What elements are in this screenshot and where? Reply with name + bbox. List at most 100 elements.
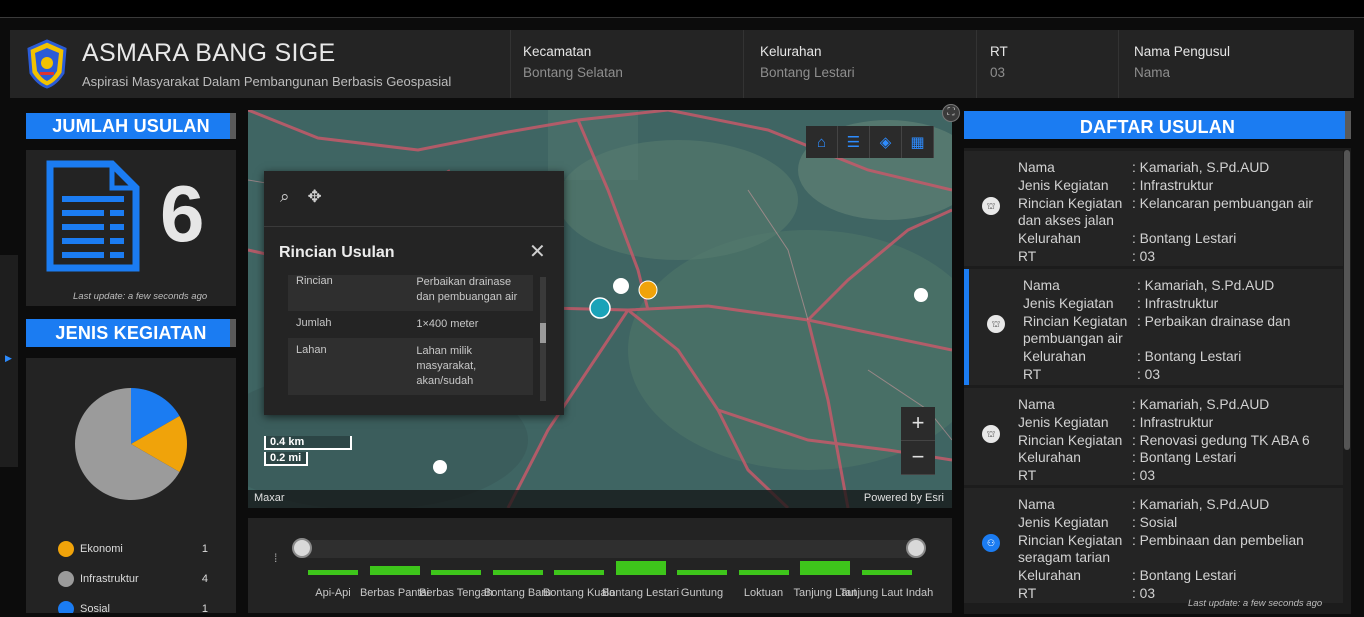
powered-by-esri[interactable]: Powered by Esri bbox=[864, 492, 944, 504]
histogram-bar[interactable] bbox=[800, 561, 850, 575]
scale-bar: 0.4 km 0.2 mi bbox=[264, 436, 352, 466]
filter-rt[interactable]: RT 03 bbox=[990, 44, 1008, 80]
field-label: RT bbox=[1018, 585, 1037, 601]
expand-arrow-icon: ▶ bbox=[5, 353, 12, 363]
map-attribution: Maxar Powered by Esri bbox=[248, 490, 952, 508]
range-handle-end[interactable] bbox=[906, 538, 926, 558]
histogram-bar[interactable] bbox=[738, 570, 789, 575]
field-label: Kelurahan bbox=[1023, 349, 1086, 365]
popup-row-key: Lahan bbox=[296, 344, 327, 356]
app-header: ASMARA BANG SIGE Aspirasi Masyarakat Dal… bbox=[10, 30, 1354, 98]
list-scrollbar[interactable] bbox=[1344, 150, 1350, 450]
legend-item-ekonomi[interactable]: Ekonomi 1 bbox=[58, 541, 208, 557]
histogram-bar[interactable] bbox=[615, 561, 666, 575]
filter-kelurahan-label: Kelurahan bbox=[760, 44, 822, 59]
app-subtitle: Aspirasi Masyarakat Dalam Pembangunan Be… bbox=[82, 74, 452, 89]
filter-kelurahan-value[interactable]: Bontang Lestari bbox=[760, 65, 855, 80]
usulan-list-item[interactable]: ⛫ Nama: Kamariah, S.Pd.AUD Jenis Kegiatan:… bbox=[964, 269, 1343, 385]
field-value: : Infrastruktur bbox=[1132, 414, 1214, 430]
histogram-bar[interactable] bbox=[369, 565, 420, 575]
filter-nama-value[interactable]: Nama bbox=[1134, 65, 1230, 80]
field-value: : Infrastruktur bbox=[1132, 177, 1214, 193]
field-label: Jenis Kegiatan bbox=[1018, 177, 1109, 193]
pan-icon[interactable]: ✥ bbox=[308, 187, 322, 207]
fullscreen-icon[interactable]: ⛶ bbox=[942, 104, 960, 122]
usulan-details: Nama: Kamariah, S.Pd.AUD Jenis Kegiatan: … bbox=[1023, 277, 1345, 384]
popup-row-value: 1×400 meter bbox=[416, 318, 479, 330]
zoom-in-button[interactable]: + bbox=[901, 407, 935, 441]
histogram-category-label: Api-Api bbox=[315, 587, 351, 599]
legend-value: 1 bbox=[201, 603, 208, 613]
filter-nama-label: Nama Pengusul bbox=[1134, 44, 1231, 59]
usulan-details: Nama: Kamariah, S.Pd.AUD Jenis Kegiatan: … bbox=[1018, 496, 1340, 603]
filter-nama-pengusul[interactable]: Nama Pengusul Nama bbox=[1134, 44, 1230, 80]
field-label: Rincian Kegiatan bbox=[1018, 195, 1123, 211]
jumlah-usulan-panel: 6 Last update: a few seconds ago bbox=[26, 150, 236, 306]
histogram-category-label: Bontang Baru bbox=[483, 587, 552, 599]
scrollbar-thumb[interactable] bbox=[540, 323, 546, 343]
list-last-update: Last update: a few seconds ago bbox=[1188, 598, 1323, 609]
field-value-continued: seragam tarian bbox=[1018, 550, 1111, 566]
jenis-kegiatan-pie-chart[interactable] bbox=[73, 386, 189, 502]
legend-label: Infrastruktur bbox=[80, 573, 139, 585]
last-update-text: Last update: a few seconds ago bbox=[73, 291, 208, 302]
filter-kecamatan[interactable]: Kecamatan Bontang Selatan bbox=[523, 44, 623, 80]
close-icon[interactable]: ✕ bbox=[529, 239, 546, 264]
filter-rt-value[interactable]: 03 bbox=[990, 65, 1008, 80]
layers-icon[interactable]: ◈ bbox=[870, 126, 902, 158]
histogram-bar[interactable] bbox=[308, 570, 358, 575]
legend-dot bbox=[58, 601, 74, 613]
jenis-kegiatan-title: JENIS KEGIATAN bbox=[26, 319, 236, 347]
zoom-controls: + − bbox=[901, 407, 935, 475]
daftar-usulan-title-text: DAFTAR USULAN bbox=[1079, 117, 1236, 137]
side-panel-toggle[interactable]: ▶ bbox=[0, 255, 18, 467]
home-icon[interactable]: ⌂ bbox=[806, 126, 838, 158]
histogram-bar[interactable] bbox=[492, 570, 543, 575]
basemap-gallery-icon[interactable]: ▦ bbox=[902, 126, 934, 158]
field-value: : Perbaikan drainase dan bbox=[1137, 313, 1291, 329]
filter-kecamatan-value[interactable]: Bontang Selatan bbox=[523, 65, 623, 80]
map-marker-social-icon bbox=[589, 297, 611, 319]
histogram-bar[interactable] bbox=[677, 570, 727, 575]
histogram-bar[interactable] bbox=[431, 570, 481, 575]
field-value: : Kamariah, S.Pd.AUD bbox=[1132, 160, 1270, 175]
map-marker-infrastructure-icon bbox=[914, 288, 928, 302]
range-handle-start[interactable] bbox=[292, 538, 312, 558]
infrastructure-icon: ⛫ bbox=[987, 315, 1005, 333]
usulan-list-item[interactable]: ⛫ Nama: Kamariah, S.Pd.AUD Jenis Kegiatan:… bbox=[964, 151, 1343, 266]
header-divider bbox=[1118, 30, 1119, 98]
jenis-kegiatan-title-text: JENIS KEGIATAN bbox=[55, 323, 207, 343]
field-label: Jenis Kegiatan bbox=[1018, 414, 1109, 430]
field-value: : Kelancaran pembuangan air bbox=[1132, 195, 1314, 211]
field-label: RT bbox=[1023, 366, 1042, 382]
popup-attribute-table[interactable]: Rincian Perbaikan drainase dan pembuanga… bbox=[288, 275, 533, 401]
popup-scrollbar[interactable] bbox=[540, 277, 546, 401]
filter-kelurahan[interactable]: Kelurahan Bontang Lestari bbox=[760, 44, 855, 80]
usulan-list-item[interactable]: ⚇ Nama: Kamariah, S.Pd.AUD Jenis Kegiatan:… bbox=[964, 488, 1343, 603]
legend-value: 4 bbox=[201, 573, 208, 585]
histogram-category-label: Berbas Tengah bbox=[419, 587, 493, 599]
usulan-list-item[interactable]: ⛫ Nama: Kamariah, S.Pd.AUD Jenis Kegiatan:… bbox=[964, 388, 1343, 485]
popup-row-key: Jumlah bbox=[296, 317, 332, 329]
zoom-to-icon[interactable]: ⌕ bbox=[280, 187, 290, 207]
field-label: Nama bbox=[1018, 160, 1055, 175]
histogram-range-track[interactable] bbox=[300, 540, 918, 558]
document-icon bbox=[46, 160, 140, 272]
histogram-bar[interactable] bbox=[554, 570, 604, 575]
field-value: : Kamariah, S.Pd.AUD bbox=[1137, 278, 1275, 293]
app-title: ASMARA BANG SIGE bbox=[82, 39, 336, 67]
legend-item-sosial[interactable]: Sosial 1 bbox=[58, 601, 208, 613]
legend-item-infrastruktur[interactable]: Infrastruktur 4 bbox=[58, 571, 208, 587]
histogram-category-label: Guntung bbox=[680, 587, 724, 599]
field-value: : Infrastruktur bbox=[1137, 295, 1219, 311]
list-icon[interactable]: ☰ bbox=[838, 126, 870, 158]
map-marker-infrastructure-icon bbox=[613, 278, 629, 294]
field-value: : Bontang Lestari bbox=[1137, 349, 1242, 365]
field-label: Rincian Kegiatan bbox=[1023, 313, 1128, 329]
legend-dot bbox=[58, 541, 74, 557]
field-value: : Kamariah, S.Pd.AUD bbox=[1132, 397, 1270, 412]
zoom-out-button[interactable]: − bbox=[901, 441, 935, 475]
field-value: : 03 bbox=[1132, 468, 1156, 484]
histogram-bar[interactable] bbox=[861, 570, 912, 575]
legend-dot bbox=[58, 571, 74, 587]
